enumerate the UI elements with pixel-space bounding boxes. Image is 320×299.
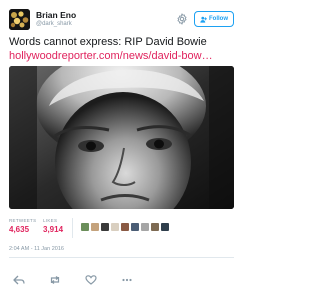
liker-avatar[interactable] [141,223,149,231]
liker-avatar[interactable] [101,223,109,231]
user-names: Brian Eno @dark_shark [36,10,76,28]
user-handle[interactable]: @dark_shark [36,20,76,28]
liker-avatar[interactable] [81,223,89,231]
retweets-stat[interactable]: RETWEETS 4,635 [9,218,36,235]
divider [9,257,234,258]
liker-avatars [81,223,169,231]
avatar-image-icon [9,9,30,30]
tweet-stats: RETWEETS 4,635 LIKES 3,914 [9,218,234,240]
like-icon[interactable] [85,275,97,285]
tweet-header: Brian Eno @dark_shark Follow [9,8,234,30]
stats-divider [72,218,73,238]
tweet-photo[interactable] [9,66,234,209]
display-name[interactable]: Brian Eno [36,10,76,20]
reply-icon[interactable] [13,275,25,285]
retweet-icon[interactable] [49,275,61,285]
add-user-icon [200,16,207,23]
liker-avatar[interactable] [151,223,159,231]
portrait-image-icon [9,66,234,209]
liker-avatar[interactable] [91,223,99,231]
liker-avatar[interactable] [111,223,119,231]
avatar[interactable] [9,9,30,30]
liker-avatar[interactable] [131,223,139,231]
more-icon[interactable] [121,275,133,285]
tweet-text: Words cannot express: RIP David Bowie [9,36,207,48]
follow-button[interactable]: Follow [194,11,234,27]
tweet-actions [9,275,234,287]
gear-icon[interactable] [176,13,188,25]
retweets-value: 4,635 [9,225,30,234]
tweet-timestamp[interactable]: 2:04 AM - 11 Jan 2016 [9,246,64,253]
follow-label: Follow [209,16,228,22]
liker-avatar[interactable] [161,223,169,231]
likes-stat[interactable]: LIKES 3,914 [43,218,63,235]
tweet-link[interactable]: hollywoodreporter.com/news/david-bow… [9,50,235,63]
likes-value: 3,914 [43,225,64,234]
liker-avatar[interactable] [121,223,129,231]
